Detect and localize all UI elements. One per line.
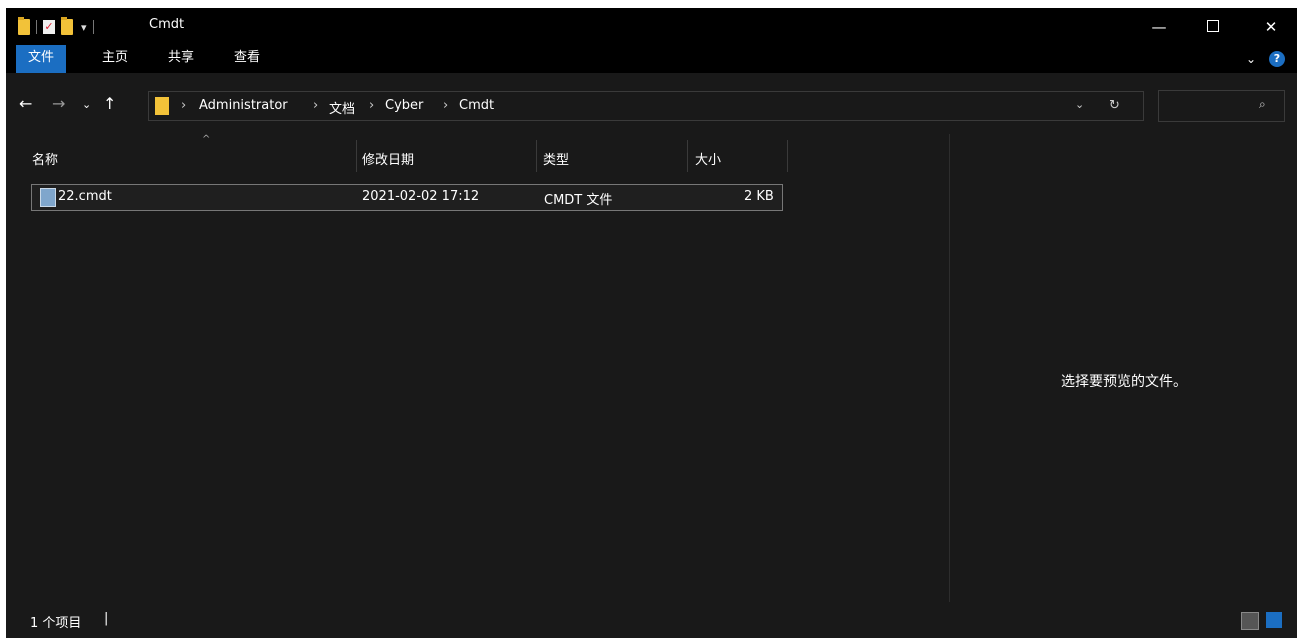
- navigation-bar: ← → ⌄ ↑ › Administrator › 文档 › Cyber › C…: [6, 80, 1297, 130]
- separator: [92, 20, 94, 34]
- expand-ribbon-icon[interactable]: ⌄: [1246, 52, 1256, 66]
- preview-message: 选择要预览的文件。: [1061, 374, 1187, 390]
- up-arrow-icon[interactable]: ↑: [103, 94, 116, 113]
- file-modified: 2021-02-02 17:12: [362, 189, 480, 204]
- file-size: 2 KB: [744, 189, 774, 204]
- recent-locations-icon[interactable]: ⌄: [82, 98, 91, 111]
- chevron-right-icon[interactable]: ›: [181, 98, 186, 113]
- column-name[interactable]: 名称: [32, 149, 58, 168]
- column-divider[interactable]: [356, 140, 357, 172]
- title-bar: ✓ ▾ Cmdt — ✕: [6, 8, 1297, 45]
- chevron-right-icon[interactable]: ›: [369, 98, 374, 113]
- tab-share[interactable]: 共享: [156, 45, 206, 73]
- customize-quick-access-icon[interactable]: ▾: [81, 21, 87, 34]
- file-list: ^ 名称 修改日期 类型 大小 22.cmdt 2021-02-02 17:12…: [6, 134, 949, 602]
- tab-view[interactable]: 查看: [222, 45, 272, 73]
- quick-access-toolbar: ✓ ▾: [18, 17, 100, 36]
- column-divider[interactable]: [536, 140, 537, 172]
- item-count: 1 个项目: [30, 616, 82, 631]
- file-type: CMDT 文件: [544, 193, 613, 208]
- help-icon[interactable]: ?: [1269, 51, 1285, 67]
- breadcrumb-cyber[interactable]: Cyber: [385, 98, 423, 113]
- breadcrumb-administrator[interactable]: Administrator: [199, 98, 288, 113]
- forward-arrow-icon[interactable]: →: [52, 94, 65, 113]
- back-arrow-icon[interactable]: ←: [19, 94, 32, 113]
- tab-file[interactable]: 文件: [16, 45, 67, 73]
- breadcrumb-cmdt[interactable]: Cmdt: [459, 98, 494, 113]
- column-size[interactable]: 大小: [695, 149, 721, 168]
- minimize-icon: —: [1151, 18, 1167, 36]
- address-dropdown-icon[interactable]: ⌄: [1075, 98, 1084, 111]
- chevron-right-icon[interactable]: ›: [443, 98, 448, 113]
- column-type[interactable]: 类型: [543, 149, 569, 168]
- column-modified[interactable]: 修改日期: [362, 149, 414, 168]
- close-icon: ✕: [1264, 18, 1278, 36]
- preview-pane: 选择要预览的文件。: [949, 134, 1298, 602]
- chevron-right-icon[interactable]: ›: [313, 98, 318, 113]
- large-icons-view-icon[interactable]: [1266, 612, 1282, 628]
- details-view-icon[interactable]: [1241, 612, 1259, 630]
- search-icon: ⌕: [1259, 97, 1266, 111]
- window-title: Cmdt: [149, 17, 185, 32]
- column-divider[interactable]: [687, 140, 688, 172]
- table-row[interactable]: 22.cmdt 2021-02-02 17:12 CMDT 文件 2 KB: [31, 184, 783, 211]
- column-divider[interactable]: [787, 140, 788, 172]
- address-box[interactable]: › Administrator › 文档 › Cyber › Cmdt ⌄ ↻: [148, 91, 1144, 121]
- breadcrumb-documents[interactable]: 文档: [329, 98, 355, 117]
- maximize-icon: [1207, 20, 1219, 32]
- properties-icon[interactable]: ✓: [43, 20, 55, 34]
- maximize-button[interactable]: [1190, 12, 1236, 42]
- address-bar[interactable]: › Administrator › 文档 › Cyber › Cmdt ⌄ ↻: [148, 91, 1268, 121]
- folder-icon: [155, 97, 169, 115]
- tab-home[interactable]: 主页: [90, 45, 140, 73]
- status-separator: |: [104, 611, 109, 626]
- new-folder-icon[interactable]: [61, 17, 73, 35]
- ribbon: 文件 主页 共享 查看 ⌄ ?: [6, 45, 1297, 73]
- minimize-button[interactable]: —: [1136, 12, 1182, 42]
- status-bar: 1 个项目 |: [6, 604, 1297, 638]
- file-name[interactable]: 22.cmdt: [58, 189, 112, 204]
- close-button[interactable]: ✕: [1248, 12, 1294, 42]
- separator: [36, 20, 37, 34]
- refresh-icon[interactable]: ↻: [1109, 98, 1120, 113]
- notepad-file-icon: [40, 188, 56, 207]
- sort-ascending-icon: ^: [202, 134, 211, 145]
- explorer-window: ✓ ▾ Cmdt — ✕ 文件 主页 共享 查看 ⌄ ? ← → ⌄ ↑ › A…: [6, 8, 1297, 638]
- folder-icon[interactable]: [18, 17, 30, 35]
- search-input[interactable]: ⌕: [1158, 90, 1285, 122]
